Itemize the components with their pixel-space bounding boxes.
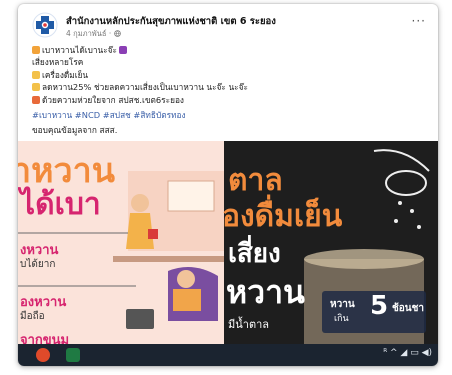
- drink-emoji-icon: [32, 83, 40, 92]
- badge-unit: ช้อนชา: [392, 303, 425, 314]
- drink-emoji-icon: [32, 70, 40, 79]
- excel-icon[interactable]: [66, 348, 80, 362]
- hashtags[interactable]: #เบาหวาน #NCD #สปสช #สิทธิบัตรทอง: [32, 109, 428, 121]
- post-header: สำนักงานหลักประกันสุขภาพแห่งชาติ เขต 6 ร…: [32, 12, 428, 42]
- post-body: เบาหวานได้เบานะจ๊ะ เสี่ยงหลายโรค เครื่อง…: [32, 44, 428, 137]
- image-sub-2: มือถือ: [20, 311, 45, 322]
- facebook-post-card: สำนักงานหลักประกันสุขภาพแห่งชาติ เขต 6 ร…: [18, 4, 438, 366]
- post-line: ด้วยความห่วยใยจาก สปสช.เขต6ระยอง: [32, 94, 428, 106]
- page-name[interactable]: สำนักงานหลักประกันสุขภาพแห่งชาติ เขต 6 ร…: [66, 14, 276, 29]
- image-title-second: ได้เบา: [20, 187, 101, 222]
- post-date[interactable]: 4 กุมภาพันธ์ ·: [66, 29, 114, 38]
- badge-label-2: เกิน: [334, 314, 349, 324]
- post-line: เครื่องดื่มเย็น: [32, 69, 428, 81]
- badge-label-1: หวาน: [330, 299, 355, 310]
- badge-number: 5: [370, 291, 389, 321]
- more-options-button[interactable]: ···: [412, 14, 426, 28]
- system-tray[interactable]: ᴿ ^ ◢ ▭ ◀): [383, 348, 432, 358]
- browser-icon[interactable]: [36, 348, 50, 362]
- post-line: ลดหวาน25% ช่วยลดความเสี่ยงเป็นเบาหวาน นะ…: [32, 81, 428, 93]
- post-line: เสี่ยงหลายโรค: [32, 57, 84, 68]
- page-avatar[interactable]: [32, 12, 58, 38]
- image-sub-1: บได้ยาก: [20, 259, 56, 270]
- post-line: เบาหวานได้เบานะจ๊ะ: [32, 44, 428, 56]
- care-emoji-icon: [32, 95, 40, 104]
- image-line-5: มีน้ำตาล: [228, 318, 270, 331]
- image-line-4: หวาน: [226, 273, 305, 311]
- infographic-image-left[interactable]: าหวาน ได้เบา งหวาน บได้ยาก องหวาน มือถือ…: [18, 141, 224, 351]
- globe-icon: [113, 29, 121, 38]
- post-media[interactable]: าหวาน ได้เบา งหวาน บได้ยาก องหวาน มือถือ…: [18, 141, 438, 351]
- infographic-image-right[interactable]: ตาล องดื่มเย็น เสี่ยง หวาน มีน้ำตาล หวาน…: [222, 141, 438, 351]
- candy-emoji-icon: [32, 46, 40, 54]
- windows-taskbar: ᴿ ^ ◢ ▭ ◀): [18, 344, 438, 366]
- post-meta[interactable]: 4 กุมภาพันธ์ ·: [66, 28, 121, 40]
- candy-emoji-icon: [119, 46, 127, 54]
- post-credit: ขอบคุณข้อมูลจาก สสส.: [32, 125, 118, 136]
